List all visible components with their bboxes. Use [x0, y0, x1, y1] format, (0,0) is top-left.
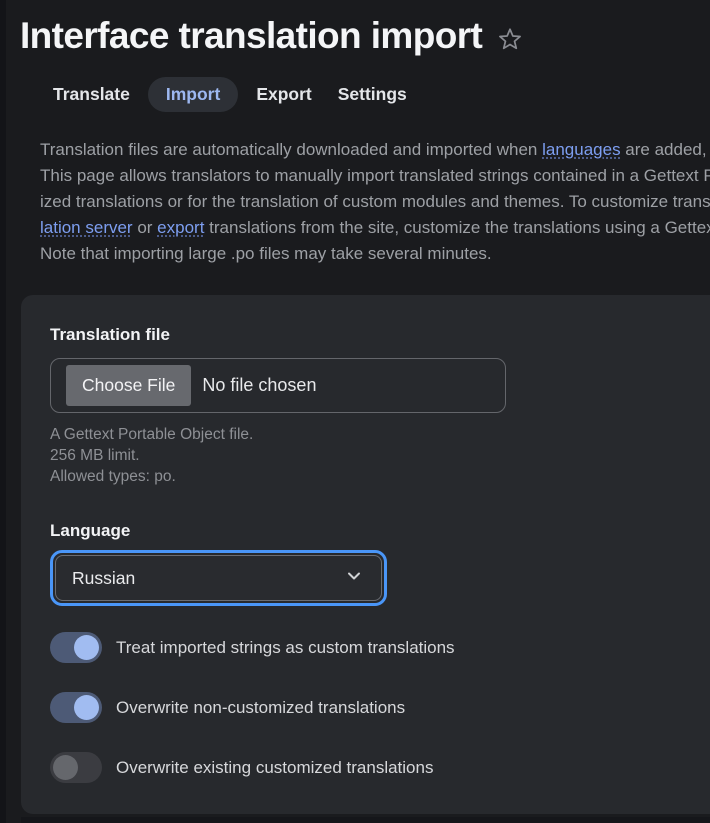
help-line-size-limit: 256 MB limit.: [50, 447, 140, 464]
description-line: ized translations or for the translation…: [40, 189, 710, 215]
page-header: Interface translation import Translate I…: [0, 0, 710, 267]
secondary-tabs: Translate Import Export Settings: [40, 77, 710, 112]
help-line-filetype: A Gettext Portable Object file.: [50, 426, 254, 443]
description-line: lation server or export translations fro…: [40, 215, 710, 241]
tab-translate[interactable]: Translate: [40, 77, 143, 112]
languages-link[interactable]: languages: [542, 140, 620, 159]
translation-file-label: Translation file: [50, 325, 170, 344]
description-text: are added, or w: [625, 140, 710, 159]
toggle-knob: [74, 695, 99, 720]
tab-export[interactable]: Export: [243, 77, 324, 112]
page-title-text: Interface translation import: [20, 15, 483, 56]
import-form-card: Translation file Choose File No file cho…: [21, 295, 710, 814]
translation-file-input[interactable]: Choose File No file chosen: [50, 358, 506, 413]
description-text: or: [132, 218, 158, 237]
description-text: translations from the site, customize th…: [204, 218, 710, 237]
toggle-label: Overwrite non-customized translations: [116, 697, 406, 717]
toggle-label: Overwrite existing customized translatio…: [116, 757, 434, 777]
toggle-knob: [74, 635, 99, 660]
file-chosen-status: No file chosen: [202, 375, 317, 395]
page-title: Interface translation import: [20, 12, 710, 60]
description-text: This page allows translators to manually…: [40, 166, 710, 185]
choose-file-button[interactable]: Choose File: [66, 365, 192, 406]
toggle-row-custom-translations: Treat imported strings as custom transla…: [50, 632, 710, 663]
language-label: Language: [50, 521, 131, 540]
overwrite-customized-toggle[interactable]: [50, 752, 102, 783]
description-text: Note that importing large .po files may …: [40, 244, 492, 263]
toggle-row-overwrite-noncustomized: Overwrite non-customized translations: [50, 692, 710, 723]
tab-import[interactable]: Import: [147, 77, 239, 112]
description-line: Note that importing large .po files may …: [40, 241, 710, 267]
description-line: Translation files are automatically down…: [40, 137, 710, 163]
favorite-star-icon[interactable]: [497, 26, 523, 52]
card-bottom-shadow: [21, 817, 710, 823]
overwrite-noncustomized-toggle[interactable]: [50, 692, 102, 723]
toggle-label: Treat imported strings as custom transla…: [116, 637, 455, 657]
description-text: Translation files are automatically down…: [40, 140, 543, 159]
export-link[interactable]: export: [157, 218, 204, 237]
window-edge-strip: [0, 0, 6, 823]
translation-server-link[interactable]: lation server: [40, 218, 133, 237]
custom-translations-toggle[interactable]: [50, 632, 102, 663]
page-description: Translation files are automatically down…: [40, 137, 710, 267]
language-select-value: Russian: [72, 567, 136, 588]
tab-settings[interactable]: Settings: [325, 77, 420, 112]
toggle-knob: [53, 755, 78, 780]
language-select[interactable]: Russian: [55, 555, 382, 601]
description-text: ized translations or for the translation…: [40, 192, 710, 211]
toggle-row-overwrite-customized: Overwrite existing customized translatio…: [50, 752, 710, 783]
language-select-focus-ring: Russian: [50, 550, 387, 606]
description-line: This page allows translators to manually…: [40, 163, 710, 189]
help-line-allowed-types: Allowed types: po.: [50, 468, 176, 485]
file-field-help: A Gettext Portable Object file. 256 MB l…: [50, 424, 710, 487]
chevron-down-icon: [345, 567, 363, 590]
